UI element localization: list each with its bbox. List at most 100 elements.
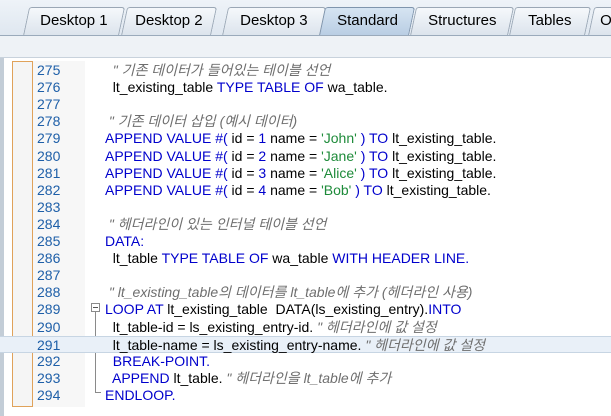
- line-number: 275: [37, 62, 61, 78]
- code-token: lt_existing_table: [105, 79, 217, 96]
- code-line[interactable]: 292 BREAK-POINT.: [0, 353, 611, 370]
- code-keyword: APPEND VALUE #(: [105, 181, 228, 198]
- line-number: 287: [37, 267, 61, 284]
- code-text: APPEND lt_table. " 헤더라인을 lt_table에 추가: [105, 370, 391, 387]
- line-number: 282: [37, 181, 61, 198]
- code-line[interactable]: 291 lt_table-name = ls_existing_entry-na…: [0, 335, 611, 353]
- line-number: 283: [37, 198, 61, 215]
- tab-desktop-3[interactable]: Desktop 3: [221, 7, 327, 35]
- code-line[interactable]: 275 " 기존 데이터가 들어있는 테이블 선언: [0, 62, 611, 79]
- code-token: lt_existing_table: [163, 301, 272, 318]
- tab-tables[interactable]: Tables: [508, 7, 592, 35]
- code-line[interactable]: 288 " lt_existing_table의 데이터를 lt_table에 …: [0, 284, 611, 301]
- code-token: lt_table-name = ls_existing_entry-name.: [105, 336, 366, 353]
- line-number: 288: [37, 284, 61, 301]
- code-line[interactable]: 283: [0, 199, 611, 216]
- tab-label: O: [600, 12, 611, 29]
- line-number: 286: [37, 250, 61, 267]
- code-token: wa_table.: [323, 79, 388, 96]
- code-comment: " 헤더라인에 값 설정: [365, 336, 485, 353]
- toolbar-band: [0, 36, 611, 58]
- line-number: 294: [37, 386, 61, 403]
- code-string: 'John': [321, 130, 357, 147]
- code-token: id =: [227, 181, 259, 198]
- code-keyword: ) TO: [356, 147, 389, 164]
- code-token: lt_existing_table.: [382, 181, 491, 198]
- code-comment: " 기존 데이터가 들어있는 테이블 선언: [105, 62, 331, 78]
- code-token: name =: [266, 164, 322, 181]
- code-keyword: ) TO: [356, 130, 389, 147]
- code-line[interactable]: 294 ENDLOOP.: [0, 387, 611, 404]
- code-token: name =: [266, 130, 322, 147]
- line-number: 290: [37, 318, 61, 335]
- tab-label: Standard: [336, 12, 398, 29]
- code-line[interactable]: 285 DATA:: [0, 233, 611, 250]
- code-line[interactable]: 284 " 헤더라인이 있는 인터널 테이블 선언: [0, 216, 611, 233]
- tab-desktop-2[interactable]: Desktop 2: [120, 7, 218, 35]
- code-keyword: LOOP AT: [105, 301, 164, 318]
- line-number: 291: [37, 336, 61, 353]
- code-token: name =: [266, 147, 322, 164]
- line-number: 279: [37, 130, 61, 147]
- code-text: BREAK-POINT.: [105, 353, 210, 370]
- line-number: 284: [37, 215, 61, 232]
- tab-label: Desktop 3: [240, 12, 308, 29]
- line-number: 293: [37, 369, 61, 386]
- code-string: 'Bob': [321, 181, 352, 198]
- code-text: lt_table-id = ls_existing_entry-id. " 헤더…: [105, 319, 437, 336]
- tab-more[interactable]: O: [587, 7, 611, 35]
- code-token: id =: [227, 130, 259, 147]
- code-token: id =: [227, 147, 259, 164]
- code-token: DATA(ls_existing_entry).: [271, 301, 429, 318]
- code-keyword: APPEND VALUE #(: [105, 164, 228, 181]
- tab-standard[interactable]: Standard: [318, 7, 416, 35]
- line-number: 277: [37, 96, 61, 113]
- code-comment: " 헤더라인에 값 설정: [317, 318, 437, 335]
- code-text: " lt_existing_table의 데이터를 lt_table에 추가 (…: [105, 284, 473, 301]
- code-string: 'Alice': [321, 164, 357, 181]
- tab-label: Desktop 2: [135, 12, 203, 29]
- line-number: 281: [37, 164, 61, 181]
- code-line[interactable]: 282 APPEND VALUE #( id = 4 name = 'Bob' )…: [0, 182, 611, 199]
- code-token: lt_existing_table.: [388, 164, 497, 181]
- code-token: name =: [266, 181, 322, 198]
- tab-label: Structures: [427, 12, 497, 29]
- code-token: lt_table.: [169, 369, 227, 386]
- code-line[interactable]: 278 " 기존 데이터 삽입 (예시 데이터): [0, 113, 611, 130]
- code-line[interactable]: 293 APPEND lt_table. " 헤더라인을 lt_table에 추…: [0, 370, 611, 387]
- code-line[interactable]: 276 lt_existing_table TYPE TABLE OF wa_t…: [0, 79, 611, 96]
- code-text: " 기존 데이터 삽입 (예시 데이터): [105, 113, 297, 130]
- code-keyword: TYPE TABLE OF: [161, 250, 269, 267]
- code-token: lt_existing_table.: [388, 147, 497, 164]
- code-token: lt_existing_table.: [388, 130, 497, 147]
- line-number: 289: [37, 301, 61, 318]
- code-keyword: ) TO: [356, 164, 389, 181]
- tab-label: Desktop 1: [40, 12, 108, 29]
- code-keyword: DATA:: [105, 233, 145, 249]
- code-comment: " 기존 데이터 삽입 (예시 데이터): [105, 113, 298, 130]
- code-line[interactable]: 287: [0, 267, 611, 284]
- code-line[interactable]: 277: [0, 96, 611, 113]
- code-keyword: APPEND VALUE #(: [105, 147, 228, 164]
- code-line[interactable]: 279 APPEND VALUE #( id = 1 name = 'John' …: [0, 130, 611, 147]
- code-keyword: TYPE TABLE OF: [216, 79, 324, 96]
- code-comment: " lt_existing_table의 데이터를 lt_table에 추가 (…: [105, 284, 473, 301]
- tab-strip: Desktop 1 Desktop 2 Desktop 3 Standard S…: [0, 0, 611, 36]
- code-keyword: ENDLOOP.: [105, 386, 176, 403]
- code-line[interactable]: 286 lt_table TYPE TABLE OF wa_table WITH…: [0, 250, 611, 267]
- code-text: APPEND VALUE #( id = 2 name = 'Jane' ) T…: [105, 148, 496, 165]
- code-line[interactable]: 280 APPEND VALUE #( id = 2 name = 'Jane' …: [0, 148, 611, 165]
- code-comment: " 헤더라인을 lt_table에 추가: [226, 369, 392, 386]
- code-line[interactable]: 290 lt_table-id = ls_existing_entry-id. …: [0, 319, 611, 336]
- code-text: " 기존 데이터가 들어있는 테이블 선언: [105, 62, 331, 79]
- code-keyword: WITH HEADER LINE.: [332, 250, 470, 267]
- tab-structures[interactable]: Structures: [409, 7, 515, 35]
- tab-label: Tables: [528, 12, 572, 29]
- code-keyword: ) TO: [351, 181, 383, 198]
- tab-desktop-1[interactable]: Desktop 1: [22, 7, 126, 35]
- code-line[interactable]: 289 LOOP AT lt_existing_table DATA(ls_exi…: [0, 301, 611, 318]
- code-editor[interactable]: 275 " 기존 데이터가 들어있는 테이블 선언 276 lt_existing…: [0, 58, 611, 416]
- code-line[interactable]: 281 APPEND VALUE #( id = 3 name = 'Alice'…: [0, 165, 611, 182]
- line-number: 280: [37, 147, 61, 164]
- code-text: lt_existing_table TYPE TABLE OF wa_table…: [105, 79, 388, 96]
